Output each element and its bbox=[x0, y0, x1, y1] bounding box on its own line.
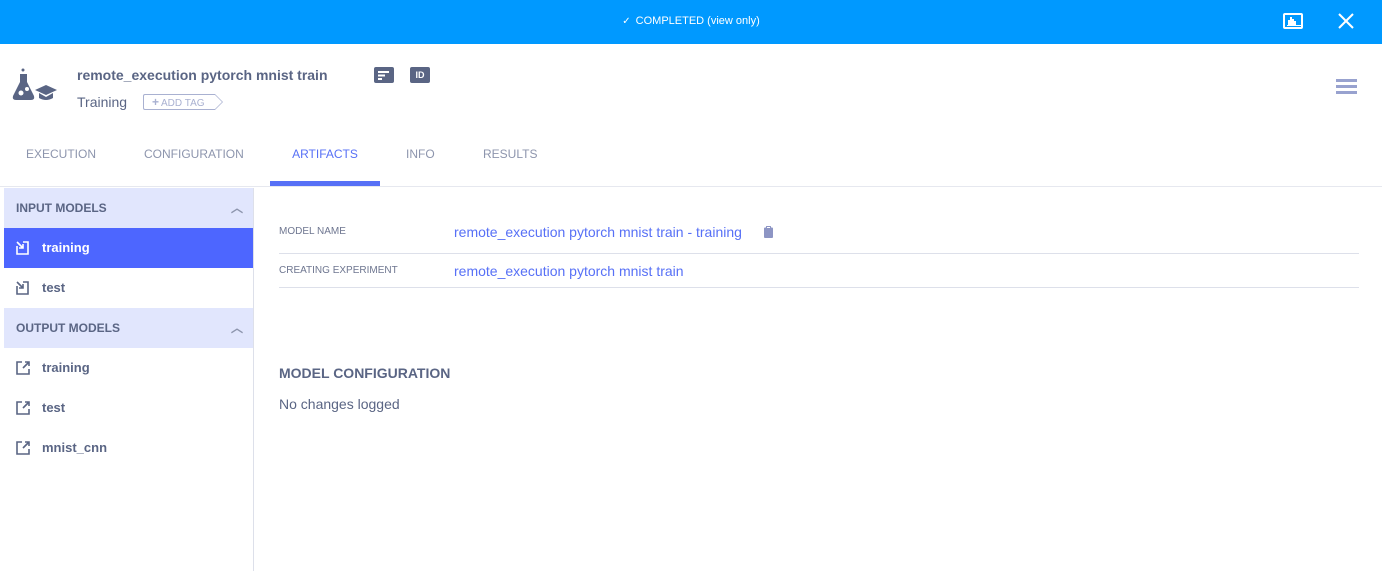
experiment-title: remote_execution pytorch mnist train bbox=[77, 67, 328, 83]
sidebar-item-output-mnist-cnn[interactable]: mnist_cnn bbox=[4, 428, 253, 468]
chart-button[interactable] bbox=[1283, 13, 1303, 29]
model-configuration-title: MODEL CONFIGURATION bbox=[279, 365, 451, 381]
experiment-type: Training bbox=[77, 94, 128, 110]
tab-artifacts[interactable]: ARTIFACTS bbox=[270, 130, 380, 186]
output-model-icon bbox=[16, 401, 30, 415]
model-name-link[interactable]: remote_execution pytorch mnist train - t… bbox=[454, 215, 742, 249]
status-text: COMPLETED (view only) bbox=[635, 15, 760, 27]
tab-results[interactable]: RESULTS bbox=[483, 130, 537, 186]
item-label: test bbox=[42, 400, 66, 415]
menu-bar bbox=[1336, 79, 1357, 82]
sidebar-item-output-training[interactable]: training bbox=[4, 348, 253, 388]
plus-icon: + bbox=[152, 95, 160, 109]
check-icon: ✓ bbox=[622, 16, 631, 27]
status-label: ✓ COMPLETED (view only) bbox=[0, 14, 1382, 29]
add-tag-label: ADD TAG bbox=[161, 98, 205, 109]
item-label: training bbox=[42, 240, 90, 255]
flask-training-icon bbox=[12, 68, 57, 100]
experiment-header: remote_execution pytorch mnist train Tra… bbox=[0, 44, 1382, 130]
sidebar-item-output-test[interactable]: test bbox=[4, 388, 253, 428]
close-icon bbox=[1338, 13, 1354, 29]
add-tag-button[interactable]: + ADD TAG bbox=[143, 94, 223, 110]
details-button[interactable] bbox=[374, 67, 394, 83]
item-label: mnist_cnn bbox=[42, 440, 108, 455]
hamburger-menu-button[interactable] bbox=[1336, 79, 1357, 95]
item-label: test bbox=[42, 280, 66, 295]
item-label: training bbox=[42, 360, 90, 375]
model-configuration-text: No changes logged bbox=[279, 396, 400, 412]
creating-experiment-row: CREATING EXPERIMENT remote_execution pyt… bbox=[279, 254, 1359, 288]
menu-bar bbox=[1336, 91, 1357, 94]
chevron-up-icon[interactable]: ︿ bbox=[231, 308, 243, 348]
section-output-models[interactable]: OUTPUT MODELS ︿ bbox=[4, 308, 253, 348]
clipboard-icon[interactable] bbox=[763, 226, 774, 238]
tab-execution[interactable]: EXECUTION bbox=[26, 130, 96, 186]
menu-bar bbox=[1336, 85, 1357, 88]
model-name-label: MODEL NAME bbox=[279, 226, 346, 237]
section-title: OUTPUT MODELS bbox=[16, 321, 120, 335]
tab-configuration[interactable]: CONFIGURATION bbox=[144, 130, 244, 186]
chart-icon bbox=[1287, 17, 1301, 26]
model-name-row: MODEL NAME remote_execution pytorch mnis… bbox=[279, 215, 1359, 254]
status-bar: ✓ COMPLETED (view only) bbox=[0, 0, 1382, 44]
creating-experiment-label: CREATING EXPERIMENT bbox=[279, 265, 398, 276]
input-model-icon bbox=[16, 281, 29, 295]
output-model-icon bbox=[16, 441, 30, 455]
close-button[interactable] bbox=[1336, 11, 1356, 31]
output-model-icon bbox=[16, 361, 30, 375]
creating-experiment-link[interactable]: remote_execution pytorch mnist train bbox=[454, 254, 684, 288]
details-icon bbox=[378, 71, 389, 80]
tab-info[interactable]: INFO bbox=[406, 130, 435, 186]
artifacts-sidebar: INPUT MODELS ︿ training test OUTPUT MODE… bbox=[4, 188, 254, 571]
sidebar-item-input-training[interactable]: training bbox=[4, 228, 253, 268]
section-input-models[interactable]: INPUT MODELS ︿ bbox=[4, 188, 253, 228]
copy-id-button[interactable]: ID bbox=[410, 67, 430, 83]
input-model-icon bbox=[16, 241, 29, 255]
sidebar-item-input-test[interactable]: test bbox=[4, 268, 253, 308]
section-title: INPUT MODELS bbox=[16, 201, 107, 215]
tab-bar: EXECUTION CONFIGURATION ARTIFACTS INFO R… bbox=[0, 130, 1382, 187]
chevron-up-icon[interactable]: ︿ bbox=[231, 188, 243, 228]
